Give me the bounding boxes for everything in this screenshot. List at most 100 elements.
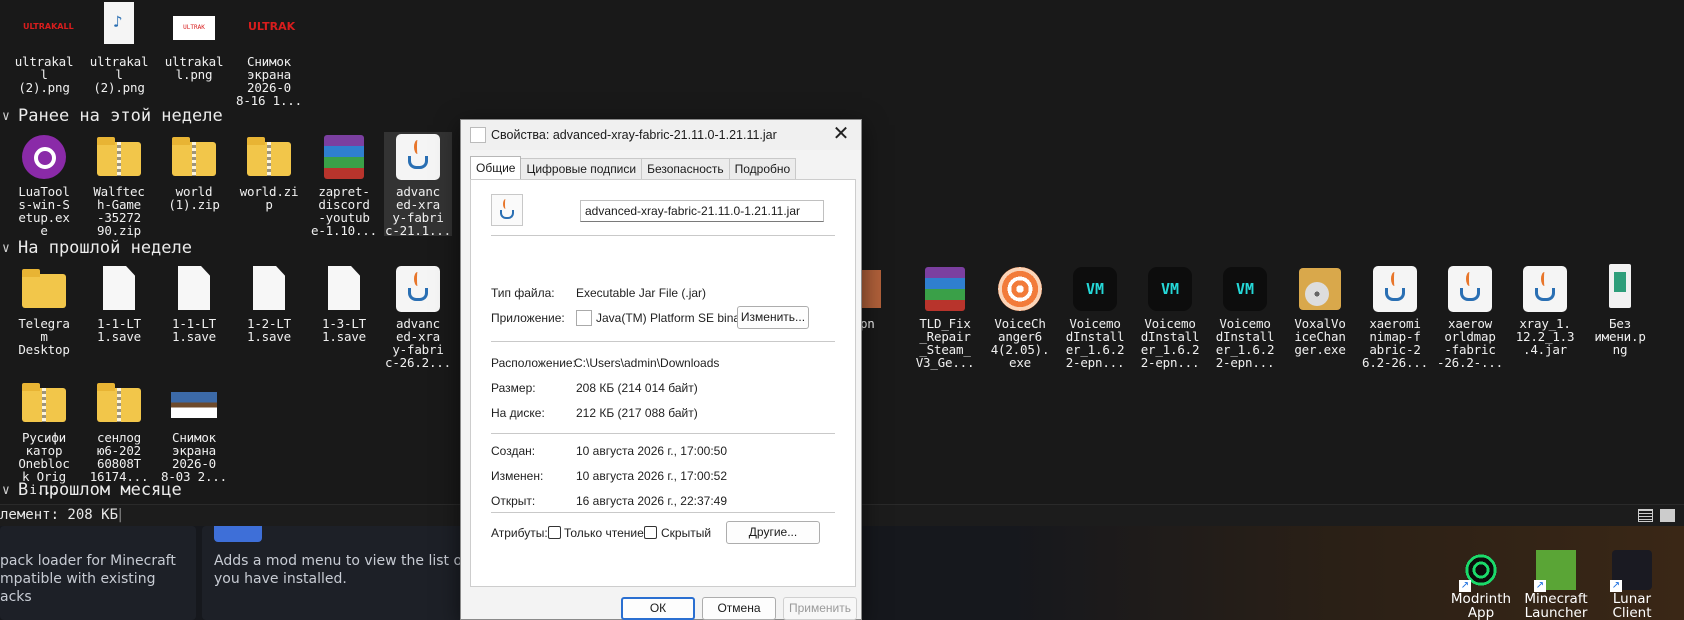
modified-label: Изменен: (491, 469, 544, 483)
file-label: VoiceCh anger6 4(2.05). exe (990, 316, 1050, 370)
readonly-checkbox[interactable] (548, 526, 561, 539)
file-item[interactable]: 1-1-LT 1.save (85, 264, 153, 343)
file-item-selected[interactable]: advanc ed-xra y-fabri c-21.1... (384, 132, 452, 238)
tab-details[interactable]: Подробно (728, 158, 797, 179)
image-thumbnail-icon: ULTRAK (169, 2, 219, 52)
attributes-label: Атрибуты: (491, 526, 548, 540)
file-item[interactable]: world.zi p (235, 132, 303, 211)
mod-description: Adds a mod menu to view the list of m yo… (214, 553, 485, 587)
file-item[interactable]: Telegra m Desktop (10, 264, 78, 356)
file-label: xaerow orldmap -fabric -26.2-... (1437, 316, 1503, 370)
tab-digital-signatures[interactable]: Цифровые подписи (520, 158, 643, 179)
file-item[interactable]: ULTRAK Снимок экрана 2026-0 8-16 1... (235, 2, 303, 107)
image-thumbnail-icon: ULTRAK (248, 20, 296, 33)
file-item[interactable]: world (1).zip (160, 132, 228, 211)
java-jar-icon (491, 194, 523, 226)
file-item[interactable]: VoiceCh anger6 4(2.05). exe (986, 264, 1054, 369)
file-item[interactable]: Walftec h-Game -35272 90.zip (85, 132, 153, 237)
desktop-shortcut-lunar[interactable]: ↗ Lunar Client (1594, 550, 1670, 620)
file-label: 1-2-LT 1.save (247, 316, 291, 344)
file-label: Снимок экрана 2026-0 8-03 2... (161, 430, 227, 484)
file-item[interactable]: xray_1. 12.2_1.3 .4.jar (1511, 264, 1579, 356)
hidden-checkbox[interactable] (644, 526, 657, 539)
file-item[interactable]: 1-1-LT 1.save (160, 264, 228, 343)
file-item[interactable]: ULTRAK ultrakal l.png (160, 2, 228, 81)
tab-bar: Общие Цифровые подписи Безопасность Подр… (470, 156, 797, 180)
tab-security[interactable]: Безопасность (641, 158, 730, 179)
file-label: Voicemo dInstall er_1.6.2 2-epn... (1140, 316, 1200, 370)
file-item[interactable]: 1-3-LT 1.save (310, 264, 378, 343)
cancel-button[interactable]: Отмена (702, 597, 776, 620)
steam-tool-icon (19, 132, 69, 182)
file-item[interactable]: Русифи катор Onebloc k Origi... (10, 378, 78, 496)
java-jar-icon (393, 264, 443, 314)
file-label: world (1).zip (168, 184, 220, 212)
file-item[interactable]: VM Voicemo dInstall er_1.6.2 2-epn... (1061, 264, 1129, 369)
file-item[interactable]: Без имени.p ng (1586, 264, 1654, 356)
dialog-titlebar[interactable]: Свойства: advanced-xray-fabric-21.11.0-1… (461, 120, 861, 150)
file-type-value: Executable Jar File (.jar) (576, 286, 707, 300)
file-item[interactable]: xaerow orldmap -fabric -26.2-... (1436, 264, 1504, 369)
desktop-shortcut-modrinth[interactable]: ↗ Modrinth App (1443, 550, 1519, 620)
close-icon[interactable]: ✕ (829, 122, 853, 146)
change-app-button[interactable]: Изменить... (737, 306, 809, 329)
file-item[interactable]: LuaTool s-win-S etup.ex e (10, 132, 78, 237)
file-item[interactable]: ULTRAKALL ultrakal l (2).png (10, 2, 78, 94)
hidden-label: Скрытый (661, 526, 712, 540)
file-item[interactable]: 1-2-LT 1.save (235, 264, 303, 343)
winrar-archive-icon (319, 132, 369, 182)
properties-dialog: Свойства: advanced-xray-fabric-21.11.0-1… (460, 119, 862, 620)
tab-general[interactable]: Общие (470, 156, 522, 179)
file-item[interactable]: Снимок экрана 2026-0 8-03 2... (160, 378, 228, 483)
chevron-down-icon: ∨ (2, 108, 10, 124)
file-label: ultrakal l (2).png (14, 54, 74, 95)
file-item[interactable]: zapret- discord -youtub e-1.10... (310, 132, 378, 237)
shortcut-arrow-icon: ↗ (1534, 580, 1546, 592)
location-value: C:\Users\admin\Downloads (574, 356, 720, 370)
group-label: В прошлом месяце (18, 480, 182, 500)
file-item[interactable]: advanc ed-xra y-fabri c-26.2... (384, 264, 452, 369)
details-view-icon[interactable] (1638, 509, 1653, 522)
status-separator: | (116, 507, 125, 523)
group-header-last-week[interactable]: ∨ На прошлой неделе (2, 238, 192, 258)
file-label: xray_1. 12.2_1.3 .4.jar (1515, 316, 1575, 357)
chevron-down-icon: ∨ (2, 240, 10, 256)
file-label: 1-3-LT 1.save (322, 316, 366, 344)
file-item[interactable]: xaeromi nimap-f abric-2 6.2-26... (1361, 264, 1429, 369)
app-label: Приложение: (491, 311, 565, 325)
modrinth-icon: ↗ (1459, 550, 1501, 592)
file-label: Telegra m Desktop (18, 316, 70, 357)
lunar-client-icon: ↗ (1610, 550, 1652, 592)
file-label: ultrakal l (2).png (89, 54, 149, 95)
zip-folder-icon (169, 132, 219, 182)
file-label: LuaTool s-win-S etup.ex e (18, 184, 70, 238)
filename-field[interactable]: advanced-xray-fabric-21.11.0-1.21.11.jar (580, 200, 824, 222)
java-jar-icon (1520, 264, 1570, 314)
advanced-attributes-button[interactable]: Другие... (726, 521, 820, 544)
file-item[interactable]: сенлоg ю6-202 60808T 16174... (85, 378, 153, 483)
shortcut-arrow-icon: ↗ (1610, 580, 1622, 592)
file-item[interactable]: VoxalVo iceChan ger.exe (1286, 264, 1354, 356)
voicemod-icon: VM (1220, 264, 1270, 314)
desktop-shortcut-minecraft[interactable]: ↗ Minecraft Launcher (1518, 550, 1594, 620)
apply-button[interactable]: Применить (783, 597, 857, 620)
chevron-down-icon: ∨ (2, 482, 10, 498)
file-label: advanc ed-xra y-fabri c-21.1... (385, 184, 451, 238)
size-value: 208 КБ (214 014 байт) (576, 381, 698, 395)
voicemod-icon: VM (1145, 264, 1195, 314)
group-header-this-week[interactable]: ∨ Ранее на этой неделе (2, 106, 223, 126)
file-item[interactable]: VM Voicemo dInstall er_1.6.2 2-epn... (1136, 264, 1204, 369)
group-header-last-month[interactable]: ∨ В прошлом месяце (2, 480, 182, 500)
ok-button[interactable]: ОК (621, 597, 695, 620)
file-label: ultrakal l.png (164, 54, 224, 82)
minecraft-launcher-icon: ↗ (1534, 550, 1576, 592)
audio-file-icon (94, 2, 144, 52)
file-item[interactable]: ultrakal l (2).png (85, 2, 153, 94)
document-icon (94, 264, 144, 314)
readonly-label: Только чтение (564, 526, 644, 540)
java-file-icon (470, 127, 486, 143)
large-icons-view-icon[interactable] (1660, 509, 1675, 522)
file-item[interactable]: TLD_Fix _Repair _Steam_ V3_Ge... (911, 264, 979, 369)
file-item[interactable]: VM Voicemo dInstall er_1.6.2 2-epn... (1211, 264, 1279, 369)
shortcut-label: Lunar Client (1612, 591, 1652, 620)
